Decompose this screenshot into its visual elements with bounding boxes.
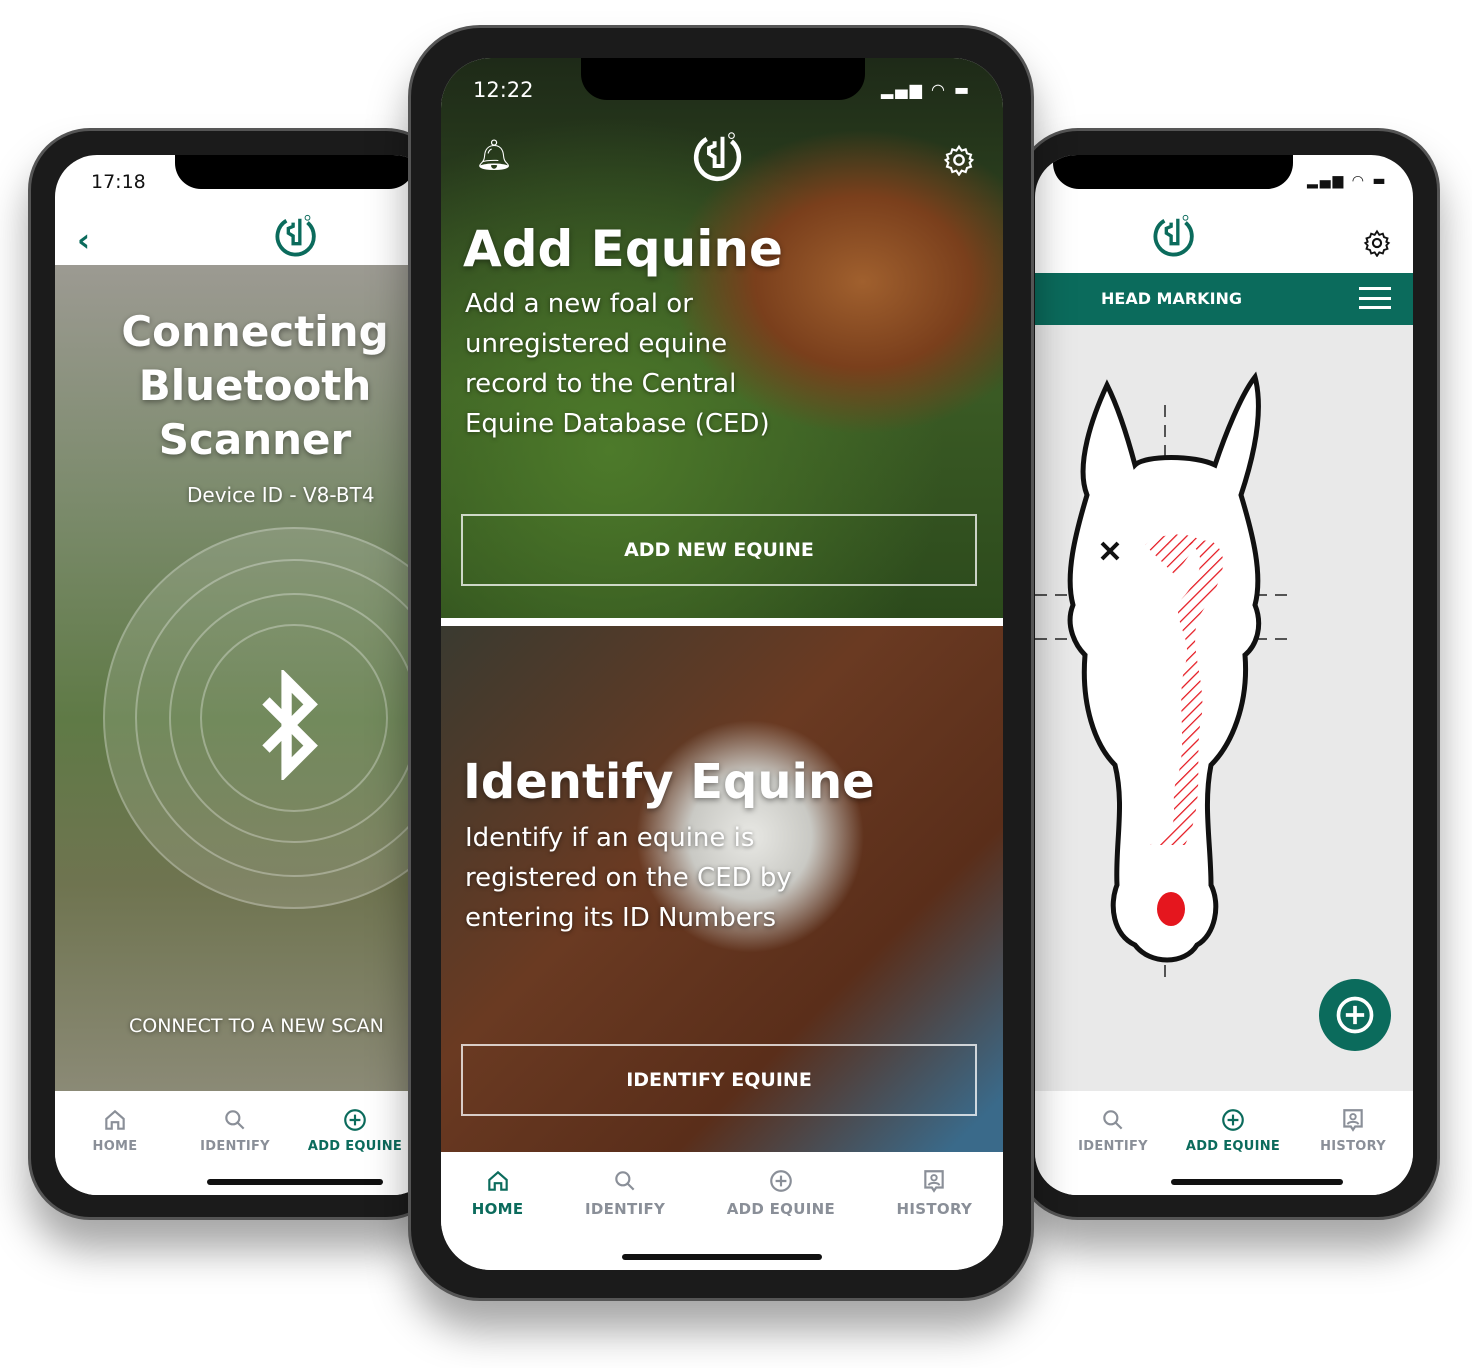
title-line: Bluetooth xyxy=(138,361,372,410)
search-icon xyxy=(222,1107,248,1133)
device-id: Device ID - V8-BT4 xyxy=(187,483,375,507)
home-indicator xyxy=(207,1179,383,1185)
add-equine-card: 12:22 ▂▄▆ ◠ ▬ 🔔︎ Add Equine Add a new fo… xyxy=(441,58,1003,618)
nav-identify[interactable]: IDENTIFY xyxy=(1053,1107,1173,1154)
add-new-equine-button[interactable]: ADD NEW EQUINE xyxy=(461,514,977,586)
ced-logo xyxy=(273,213,319,259)
gear-icon[interactable] xyxy=(943,144,975,176)
title-line: Connecting xyxy=(121,307,389,356)
identify-equine-button[interactable]: IDENTIFY EQUINE xyxy=(461,1044,977,1116)
nav-identify[interactable]: IDENTIFY xyxy=(175,1107,295,1154)
add-marking-button[interactable] xyxy=(1319,979,1391,1051)
status-time: 12:22 xyxy=(473,78,534,102)
title-line: Scanner xyxy=(158,415,352,464)
nav-add-equine[interactable]: ADD EQUINE xyxy=(727,1168,835,1218)
nav-label: IDENTIFY xyxy=(200,1139,270,1154)
plus-circle-icon xyxy=(1333,993,1377,1037)
nav-label: IDENTIFY xyxy=(585,1200,666,1218)
notch xyxy=(1053,155,1293,189)
desc-line: Add a new foal or xyxy=(465,289,693,319)
nav-add-equine[interactable]: ADD EQUINE xyxy=(1173,1107,1293,1154)
nav-history[interactable]: HISTORY xyxy=(1293,1107,1413,1154)
nav-label: ADD EQUINE xyxy=(726,1200,835,1218)
nav-history[interactable]: HISTORY xyxy=(897,1168,973,1218)
identify-equine-description: Identify if an equine is registered on t… xyxy=(465,818,792,938)
nav-label: ADD EQUINE xyxy=(1185,1139,1281,1154)
home-icon xyxy=(485,1168,511,1194)
back-button[interactable]: ‹ xyxy=(77,221,90,259)
head-marking-canvas[interactable] xyxy=(1035,325,1413,1091)
add-equine-description: Add a new foal or unregistered equine re… xyxy=(465,284,770,444)
nav-label: ADD EQUINE xyxy=(307,1139,403,1154)
horse-head-diagram xyxy=(1035,371,1295,985)
desc-line: entering its ID Numbers xyxy=(465,903,776,933)
home-icon xyxy=(102,1107,128,1133)
section-title: HEAD MARKING xyxy=(1101,289,1243,308)
status-icons: ▂▄▆ ◠ ▬ xyxy=(881,80,972,99)
search-icon xyxy=(1100,1107,1126,1133)
ced-logo xyxy=(691,130,745,184)
nav-label: HISTORY xyxy=(896,1200,973,1218)
notch xyxy=(581,58,865,100)
page-title: Connecting Bluetooth Scanner xyxy=(75,305,435,467)
status-time: 17:18 xyxy=(91,171,146,193)
right-screen: ▂▄▆ ◠ ▬ HEAD MARKING IDENTIFY ADD EQUINE… xyxy=(1035,155,1413,1195)
notch xyxy=(175,155,415,189)
menu-icon[interactable] xyxy=(1359,287,1391,309)
section-header: HEAD MARKING xyxy=(1035,273,1413,325)
bottom-nav: HOME IDENTIFY ADD EQUINE HISTORY xyxy=(441,1152,1003,1270)
nav-home[interactable]: HOME xyxy=(472,1168,524,1218)
plus-circle-icon xyxy=(1220,1107,1246,1133)
history-icon xyxy=(921,1168,947,1194)
home-indicator xyxy=(622,1254,822,1260)
nav-home[interactable]: HOME xyxy=(55,1107,175,1154)
add-equine-title: Add Equine xyxy=(463,220,783,278)
nav-label: HISTORY xyxy=(1320,1139,1386,1154)
nav-label: HOME xyxy=(471,1200,524,1218)
search-icon xyxy=(612,1168,638,1194)
nav-label: IDENTIFY xyxy=(1078,1139,1148,1154)
bluetooth-icon xyxy=(262,670,318,780)
desc-line: Equine Database (CED) xyxy=(465,409,770,439)
connect-new-scanner-link[interactable]: CONNECT TO A NEW SCAN xyxy=(129,1015,384,1037)
center-phone: 12:22 ▂▄▆ ◠ ▬ 🔔︎ Add Equine Add a new fo… xyxy=(408,25,1034,1301)
left-phone: 17:18 ‹ Connecting Bluetooth Scanner Dev… xyxy=(28,128,448,1220)
left-screen: 17:18 ‹ Connecting Bluetooth Scanner Dev… xyxy=(55,155,435,1195)
desc-line: registered on the CED by xyxy=(465,863,792,893)
bell-icon[interactable]: 🔔︎ xyxy=(475,138,513,173)
right-phone: ▂▄▆ ◠ ▬ HEAD MARKING IDENTIFY ADD EQUINE… xyxy=(1016,128,1440,1220)
gear-icon[interactable] xyxy=(1363,229,1391,257)
identify-equine-card: Identify Equine Identify if an equine is… xyxy=(441,626,1003,1152)
desc-line: Identify if an equine is xyxy=(465,823,755,853)
nav-add-equine[interactable]: ADD EQUINE xyxy=(295,1107,415,1154)
status-icons: ▂▄▆ ◠ ▬ xyxy=(1307,173,1388,189)
desc-line: unregistered equine xyxy=(465,329,728,359)
home-indicator xyxy=(1171,1179,1343,1185)
plus-circle-icon xyxy=(768,1168,794,1194)
history-icon xyxy=(1340,1107,1366,1133)
center-screen: 12:22 ▂▄▆ ◠ ▬ 🔔︎ Add Equine Add a new fo… xyxy=(441,58,1003,1270)
nav-identify[interactable]: IDENTIFY xyxy=(585,1168,665,1218)
connecting-background: Connecting Bluetooth Scanner Device ID -… xyxy=(55,265,435,1091)
plus-circle-icon xyxy=(342,1107,368,1133)
ced-logo xyxy=(1151,213,1197,259)
nav-label: HOME xyxy=(92,1139,138,1154)
identify-equine-title: Identify Equine xyxy=(463,754,875,810)
desc-line: record to the Central xyxy=(465,369,737,399)
